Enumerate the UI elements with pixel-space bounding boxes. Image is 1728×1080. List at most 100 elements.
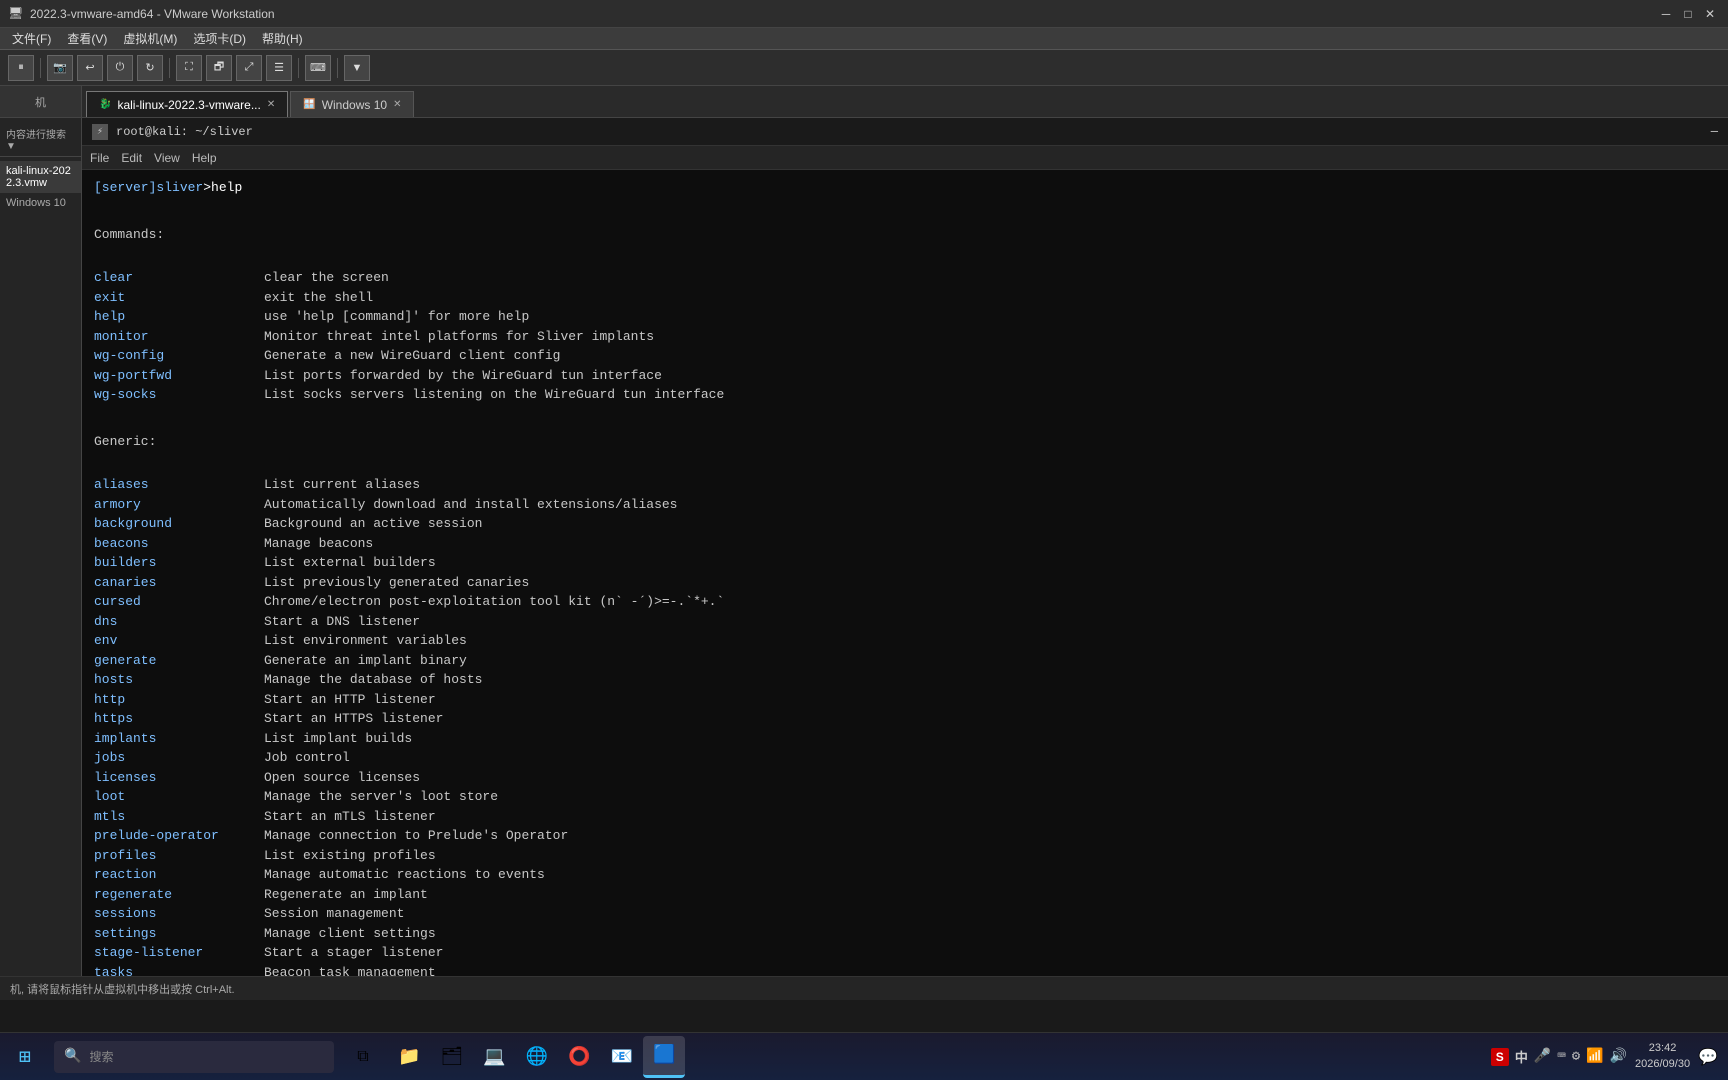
- sidebar-search[interactable]: 内容进行搜索 ▼: [0, 122, 81, 157]
- input-method-s-icon[interactable]: S: [1491, 1048, 1509, 1066]
- notification-button[interactable]: 💬: [1698, 1047, 1718, 1067]
- separator-4: [337, 58, 338, 78]
- cmd-desc-beacons: Manage beacons: [264, 534, 373, 554]
- power-button-2[interactable]: ↻: [137, 55, 163, 81]
- view-options-button[interactable]: ▼: [344, 55, 370, 81]
- network-icon[interactable]: 📶: [1586, 1048, 1603, 1065]
- taskbar-clock[interactable]: 23:42 2026/09/30: [1635, 1041, 1690, 1072]
- terminal-menu-file[interactable]: File: [90, 151, 109, 165]
- settings-icon[interactable]: ⚙: [1572, 1048, 1580, 1065]
- sound-icon[interactable]: 🔊: [1610, 1048, 1627, 1065]
- vm-tab-kali[interactable]: 🐉 kali-linux-2022.3-vmware... ✕: [86, 91, 288, 117]
- ctrl-alt-del-button[interactable]: ⌨: [305, 55, 331, 81]
- kali-tab-close[interactable]: ✕: [267, 99, 275, 110]
- pause-button[interactable]: ⏸: [8, 55, 34, 81]
- revert-button[interactable]: ↩: [77, 55, 103, 81]
- win10-tab-close[interactable]: ✕: [393, 99, 401, 110]
- menu-vm[interactable]: 虚拟机(M): [115, 28, 185, 49]
- clock-time: 23:42: [1635, 1041, 1690, 1056]
- vm-tab-win10[interactable]: 🪟 Windows 10 ✕: [290, 91, 414, 117]
- screenshot-button[interactable]: 📷: [47, 55, 73, 81]
- start-button[interactable]: ⊞: [0, 1033, 50, 1080]
- menu-view[interactable]: 查看(V): [59, 28, 115, 49]
- sidebar-item-kali[interactable]: kali-linux-2022.3.vmw: [0, 161, 81, 193]
- cmd-aliases: aliases List current aliases: [94, 475, 1716, 495]
- cmd-name-beacons: beacons: [94, 534, 264, 554]
- keyboard-icon[interactable]: ⌨: [1557, 1048, 1565, 1065]
- stretch-button[interactable]: ⤢: [236, 55, 262, 81]
- win10-tab-icon: 🪟: [303, 99, 315, 110]
- minimize-button[interactable]: ─: [1656, 4, 1676, 24]
- cmd-desc-sessions: Session management: [264, 904, 404, 924]
- cmd-hosts: hosts Manage the database of hosts: [94, 670, 1716, 690]
- vmware-icon: 🟦: [653, 1044, 675, 1066]
- cmd-https: https Start an HTTPS listener: [94, 709, 1716, 729]
- taskbar-app-vmware[interactable]: 🟦: [643, 1036, 685, 1078]
- cmd-name-exit: exit: [94, 288, 264, 308]
- cmd-licenses: licenses Open source licenses: [94, 768, 1716, 788]
- cmd-desc-settings: Manage client settings: [264, 924, 436, 944]
- cmd-name-builders: builders: [94, 553, 264, 573]
- cmd-beacons: beacons Manage beacons: [94, 534, 1716, 554]
- cmd-desc-armory: Automatically download and install exten…: [264, 495, 677, 515]
- input-method-zh-icon[interactable]: 中: [1515, 1047, 1528, 1066]
- search-label: 内容进行搜索 ▼: [6, 126, 75, 152]
- panel-label: 机: [35, 94, 46, 110]
- taskbar-search-box[interactable]: 🔍 搜索: [54, 1041, 334, 1073]
- sidebar-item-win10[interactable]: Windows 10: [0, 193, 81, 213]
- cmd-name-clear: clear: [94, 268, 264, 288]
- cmd-mtls: mtls Start an mTLS listener: [94, 807, 1716, 827]
- cmd-dns: dns Start a DNS listener: [94, 612, 1716, 632]
- cmd-desc-loot: Manage the server's loot store: [264, 787, 498, 807]
- menu-file[interactable]: 文件(F): [4, 28, 59, 49]
- taskbar-app-explorer2[interactable]: 🗂: [430, 1036, 473, 1078]
- cmd-name-tasks: tasks: [94, 963, 264, 977]
- taskbar-app-mail[interactable]: 📧: [601, 1036, 643, 1078]
- taskbar-app-terminal[interactable]: 💻: [473, 1036, 515, 1078]
- power-button[interactable]: ⏻: [107, 55, 133, 81]
- status-message: 机, 请将鼠标指针从虚拟机中移出或按 Ctrl+Alt.: [10, 981, 235, 997]
- taskbar-app-explorer[interactable]: 📁: [388, 1036, 430, 1078]
- cmd-desc-licenses: Open source licenses: [264, 768, 420, 788]
- cmd-sessions: sessions Session management: [94, 904, 1716, 924]
- taskview-button[interactable]: ⧉: [342, 1036, 384, 1078]
- maximize-button[interactable]: □: [1678, 4, 1698, 24]
- title-text: 2022.3-vmware-amd64 - VMware Workstation: [30, 7, 1656, 21]
- cmd-background: background Background an active session: [94, 514, 1716, 534]
- taskbar-app-edge[interactable]: 🌐: [516, 1036, 558, 1078]
- cmd-name-generate: generate: [94, 651, 264, 671]
- cmd-reaction: reaction Manage automatic reactions to e…: [94, 865, 1716, 885]
- window-button[interactable]: 🗗: [206, 55, 232, 81]
- cmd-name-settings: settings: [94, 924, 264, 944]
- cmd-desc-hosts: Manage the database of hosts: [264, 670, 482, 690]
- cmd-name-env: env: [94, 631, 264, 651]
- cmd-settings: settings Manage client settings: [94, 924, 1716, 944]
- taskbar-app-circle[interactable]: ⭕: [558, 1036, 600, 1078]
- cmd-stage-listener: stage-listener Start a stager listener: [94, 943, 1716, 963]
- menu-tab[interactable]: 选项卡(D): [185, 28, 254, 49]
- terminal-icon: ⚡: [92, 124, 108, 140]
- cmd-monitor: monitor Monitor threat intel platforms f…: [94, 327, 1716, 347]
- cmd-name-licenses: licenses: [94, 768, 264, 788]
- terminal-content[interactable]: [server] sliver > help Commands: clear c…: [82, 170, 1728, 976]
- win10-tab-label: Windows 10: [322, 98, 387, 112]
- taskbar-quick-icons: ⧉: [342, 1036, 384, 1078]
- cmd-desc-prelude-operator: Manage connection to Prelude's Operator: [264, 826, 568, 846]
- menu-help[interactable]: 帮助(H): [254, 28, 311, 49]
- sliver-prompt: sliver: [156, 178, 203, 198]
- cmd-name-regenerate: regenerate: [94, 885, 264, 905]
- main-layout: 内容进行搜索 ▼ kali-linux-2022.3.vmw Windows 1…: [0, 118, 1728, 976]
- cmd-desc-mtls: Start an mTLS listener: [264, 807, 436, 827]
- fullscreen-button[interactable]: ⛶: [176, 55, 202, 81]
- cmd-name-monitor: monitor: [94, 327, 264, 347]
- cmd-builders: builders List external builders: [94, 553, 1716, 573]
- terminal-menu-view[interactable]: View: [154, 151, 180, 165]
- terminal-menu-help[interactable]: Help: [192, 151, 217, 165]
- explorer-icon: 📁: [398, 1046, 420, 1068]
- cmd-loot: loot Manage the server's loot store: [94, 787, 1716, 807]
- terminal-menu-edit[interactable]: Edit: [121, 151, 142, 165]
- unity-button[interactable]: ☰: [266, 55, 292, 81]
- cmd-desc-aliases: List current aliases: [264, 475, 420, 495]
- close-button[interactable]: ✕: [1700, 4, 1720, 24]
- microphone-icon[interactable]: 🎤: [1534, 1048, 1551, 1065]
